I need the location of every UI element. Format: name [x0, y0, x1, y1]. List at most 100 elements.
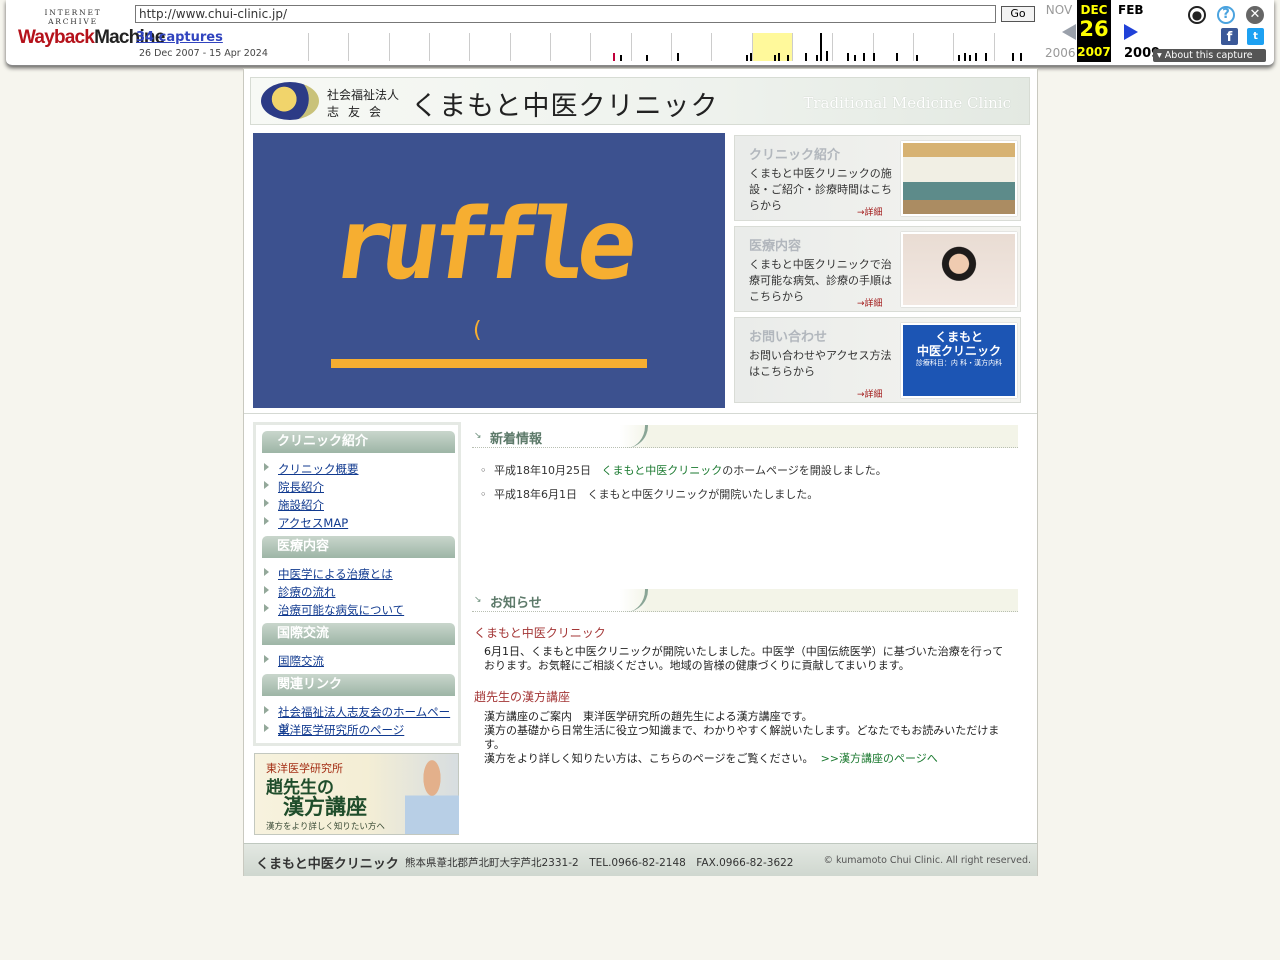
notice-body-line: 漢方の基礎から日常生活に役立つ知識まで、わかりやすく解説いたします。どなたでもお… [484, 724, 1000, 751]
sidebar-link-overview[interactable]: クリニック概要 [278, 461, 359, 477]
sidebar-link-international[interactable]: 国際交流 [278, 653, 324, 669]
footer-copyright: © kumamoto Chui Clinic. All right reserv… [823, 855, 1031, 866]
bullet-arrow-icon [264, 517, 269, 525]
heading-arrow-icon: ↘ [474, 431, 482, 441]
current-day: 26 [1079, 17, 1109, 41]
sidebar-link-diseases[interactable]: 治療可能な病気について [278, 602, 404, 618]
flash-banner[interactable]: ruffle ( [253, 133, 725, 408]
sidebar-link-access-map[interactable]: アクセスMAP [278, 515, 348, 531]
sidebar-link-director[interactable]: 院長紹介 [278, 479, 324, 495]
sign-line-2: 中医クリニック [916, 344, 1001, 358]
current-month: DEC [1080, 3, 1108, 17]
sidebar-link-institute[interactable]: 東洋医学研究所のページ [278, 722, 404, 738]
sparkline-tick [646, 55, 648, 61]
sparkline-tick [863, 53, 865, 61]
bullet-arrow-icon [264, 586, 269, 594]
next-month-link[interactable]: FEB [1118, 3, 1152, 17]
sparkline-tick [916, 55, 918, 61]
sidebar-section-medical: 医療内容 [262, 536, 455, 558]
sidebar-link-flow[interactable]: 診療の流れ [278, 584, 336, 600]
kampo-lecture-banner[interactable]: 東洋医学研究所 趙先生の 漢方講座 漢方をより詳しく知りたい方へ [254, 753, 459, 835]
clinic-logo[interactable] [261, 82, 319, 120]
sparkline-year-column[interactable] [872, 33, 913, 61]
sparkline-tick [787, 55, 789, 61]
sparkline-year-column[interactable] [388, 33, 429, 61]
sparkline-year-column[interactable] [832, 33, 872, 61]
promo-contact[interactable]: お問い合わせ お問い合わせやアクセス方法はこちらから →詳細 くまもと 中医クリ… [734, 317, 1021, 403]
sparkline-year-column[interactable] [751, 33, 792, 61]
help-icon[interactable]: ? [1217, 6, 1235, 24]
news-heading-text: 新着情報 [490, 432, 543, 447]
bullet-arrow-icon [264, 604, 269, 612]
sparkline-tick [826, 51, 828, 61]
sparkline-tick [805, 53, 807, 61]
sparkline-year-column[interactable] [469, 33, 509, 61]
sign-line-1: くまもと [935, 330, 983, 344]
sparkline-year-column[interactable] [429, 33, 469, 61]
prev-month-link[interactable]: NOV [1042, 3, 1076, 17]
captures-link[interactable]: 34 captures [136, 30, 223, 45]
prev-capture-arrow-icon[interactable] [1062, 24, 1076, 40]
site-footer: くまもと中医クリニック 熊本県葦北郡芦北町大字芦北2331-2 TEL.0966… [244, 843, 1037, 876]
sparkline-tick [820, 33, 822, 61]
sparkline-year-column[interactable] [590, 33, 630, 61]
news-item: ◦ 平成18年10月25日 くまもと中医クリニックのホームページを開設しました。 [480, 462, 887, 478]
url-input[interactable]: http://www.chui-clinic.jp/ [135, 5, 996, 23]
bullet-arrow-icon [264, 655, 269, 663]
sparkline-year-column[interactable] [348, 33, 388, 61]
promo-more-link[interactable]: →詳細 [857, 205, 883, 218]
about-capture-button[interactable]: ▾ About this capture [1153, 49, 1266, 62]
go-button[interactable]: Go [1001, 6, 1035, 22]
sparkline-tick [1012, 53, 1014, 61]
wayback-logo[interactable]: INTERNET ARCHIVE WaybackMachine [18, 8, 165, 50]
sparkline-tick [873, 53, 875, 61]
news-text: のホームページを開設しました。 [722, 464, 887, 477]
sparkline-year-column[interactable] [308, 33, 348, 61]
next-capture-arrow-icon[interactable] [1124, 24, 1138, 40]
sparkline-tick [964, 53, 966, 61]
sidebar-link-treatment[interactable]: 中医学による治療とは [278, 566, 393, 582]
sparkline-tick [816, 55, 818, 61]
bullet-arrow-icon [264, 481, 269, 489]
wayback-toolbar: INTERNET ARCHIVE WaybackMachine http://w… [6, 0, 1274, 66]
close-icon[interactable]: ✕ [1246, 6, 1264, 24]
sparkline-tick [778, 53, 780, 61]
news-date: 平成18年10月25日 [494, 464, 591, 477]
ruffle-loading-glyph: ( [473, 318, 482, 343]
sidebar-nav: クリニック紹介 クリニック概要 院長紹介 施設紹介 アクセスMAP 医療内容 中… [253, 422, 461, 746]
sparkline-tick [975, 53, 977, 61]
promo-title: 医療内容 [749, 239, 802, 254]
sparkline-tick [896, 53, 898, 61]
sidebar-link-facility[interactable]: 施設紹介 [278, 497, 324, 513]
logo-internet-archive-text: INTERNET ARCHIVE [44, 8, 102, 26]
sparkline-tick [746, 55, 748, 61]
sparkline-year-column[interactable] [550, 33, 590, 61]
ruffle-progress-bar [331, 359, 647, 368]
capture-sparkline[interactable] [308, 33, 1034, 61]
user-icon[interactable]: ● [1188, 6, 1206, 24]
sparkline-tick [620, 55, 622, 61]
promo-title: お問い合わせ [749, 330, 828, 345]
promo-medical-content[interactable]: 医療内容 くまもと中医クリニックで治療可能な病気、診療の手順はこちらから →詳細 [734, 226, 1021, 312]
bullet-circle-icon: ◦ [480, 488, 487, 501]
promo-more-link[interactable]: →詳細 [857, 296, 883, 309]
news-link[interactable]: くまもと中医クリニック [602, 464, 723, 477]
banner-lecture-text: 漢方講座 [283, 794, 367, 819]
news-date: 平成18年6月1日 [494, 488, 577, 501]
kampo-page-link[interactable]: >>漢方講座のページへ [821, 752, 938, 765]
prev-year-link[interactable]: 2006 [1045, 46, 1076, 60]
sparkline-year-column[interactable] [630, 33, 671, 61]
site-title: くまもと中医クリニック [411, 91, 719, 122]
ruffle-logo-text: ruffle [324, 188, 636, 302]
clinic-interior-image [901, 141, 1017, 216]
sparkline-tick [985, 53, 987, 61]
promo-more-link[interactable]: →詳細 [857, 387, 883, 400]
sparkline-year-column[interactable] [913, 33, 953, 61]
promo-clinic-intro[interactable]: クリニック紹介 くまもと中医クリニックの施設・ご紹介・診療時間はこちらから →詳… [734, 135, 1021, 221]
notice-body: 漢方講座のご案内 東洋医学研究所の趙先生による漢方講座です。 漢方の基礎から日常… [484, 710, 1004, 766]
bullet-circle-icon: ◦ [480, 464, 487, 477]
sparkline-year-column[interactable] [509, 33, 550, 61]
facebook-icon[interactable]: f [1221, 28, 1238, 45]
twitter-icon[interactable]: t [1247, 28, 1264, 45]
notice-body: 6月1日、くまもと中医クリニックが開院いたしました。中医学（中国伝統医学）に基づ… [484, 645, 1004, 672]
